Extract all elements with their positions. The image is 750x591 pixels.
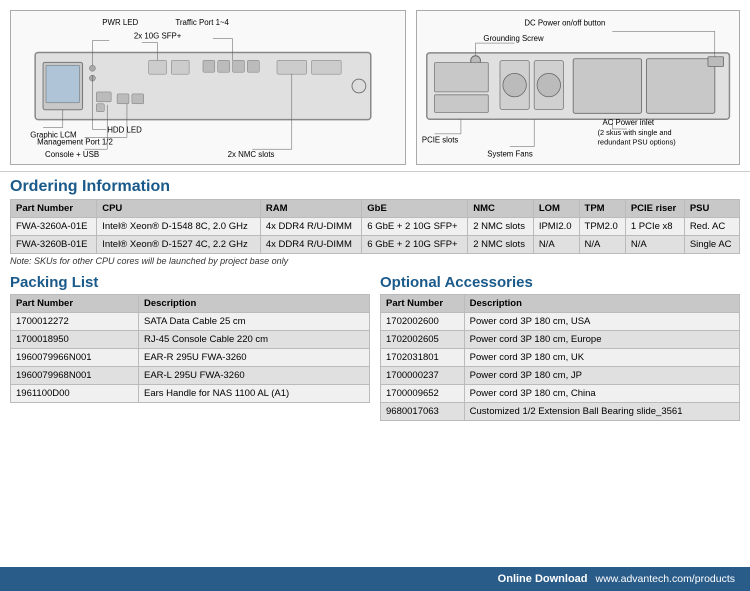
accessories-cell: 1700009652	[381, 385, 465, 403]
ordering-cell: TPM2.0	[579, 218, 625, 236]
packing-list-header: Part Number Description	[11, 295, 370, 313]
accessories-row: 1700000237Power cord 3P 180 cm, JP	[381, 367, 740, 385]
packing-cell: 1960079966N001	[11, 349, 139, 367]
col-lom: LOM	[533, 200, 579, 218]
acc-col-part: Part Number	[381, 295, 465, 313]
ordering-cell: 4x DDR4 R/U-DIMM	[260, 236, 361, 254]
packing-row: 1960079968N001EAR-L 295U FWA-3260	[11, 367, 370, 385]
ordering-cell: Red. AC	[684, 218, 739, 236]
ordering-note: Note: SKUs for other CPU cores will be l…	[0, 254, 750, 270]
packing-cell: 1700012272	[11, 313, 139, 331]
packing-list-table: Part Number Description 1700012272SATA D…	[10, 294, 370, 403]
svg-text:AC Power inlet: AC Power inlet	[602, 118, 654, 127]
ordering-cell: N/A	[625, 236, 684, 254]
packing-row: 1961100D00Ears Handle for NAS 1100 AL (A…	[11, 385, 370, 403]
ordering-cell: IPMI2.0	[533, 218, 579, 236]
accessories-row: 1702002605Power cord 3P 180 cm, Europe	[381, 331, 740, 349]
svg-text:Management Port 1/2: Management Port 1/2	[37, 137, 113, 146]
ordering-cell: N/A	[533, 236, 579, 254]
svg-text:2x NMC slots: 2x NMC slots	[228, 150, 275, 159]
packing-row: 1700012272SATA Data Cable 25 cm	[11, 313, 370, 331]
front-panel-diagram: Graphic LCM PWR LED 2x 10G SFP+ Traffic …	[10, 10, 406, 165]
packing-cell: 1961100D00	[11, 385, 139, 403]
ordering-cell: FWA-3260A-01E	[11, 218, 97, 236]
ordering-cell: Intel® Xeon® D-1527 4C, 2.2 GHz	[97, 236, 261, 254]
ordering-table-header: Part Number CPU RAM GbE NMC LOM TPM PCIE…	[11, 200, 740, 218]
col-ram: RAM	[260, 200, 361, 218]
packing-cell: EAR-R 295U FWA-3260	[138, 349, 369, 367]
svg-text:DC Power on/off button: DC Power on/off button	[524, 19, 605, 28]
col-cpu: CPU	[97, 200, 261, 218]
accessories-row: 9680017063Customized 1/2 Extension Ball …	[381, 403, 740, 421]
ordering-cell: 2 NMC slots	[468, 236, 534, 254]
accessories-header: Part Number Description	[381, 295, 740, 313]
optional-accessories-title: Optional Accessories	[380, 274, 740, 291]
col-psu: PSU	[684, 200, 739, 218]
footer-url: www.advantech.com/products	[596, 573, 735, 585]
accessories-row: 1702031801Power cord 3P 180 cm, UK	[381, 349, 740, 367]
ordering-table: Part Number CPU RAM GbE NMC LOM TPM PCIE…	[10, 199, 740, 254]
packing-cell: Ears Handle for NAS 1100 AL (A1)	[138, 385, 369, 403]
two-col-section: Packing List Part Number Description 170…	[0, 274, 750, 421]
accessories-cell: Customized 1/2 Extension Ball Bearing sl…	[464, 403, 739, 421]
col-pcie-riser: PCIE riser	[625, 200, 684, 218]
ordering-cell: FWA-3260B-01E	[11, 236, 97, 254]
accessories-cell: Power cord 3P 180 cm, China	[464, 385, 739, 403]
packing-row: 1960079966N001EAR-R 295U FWA-3260	[11, 349, 370, 367]
accessories-row: 1702002600Power cord 3P 180 cm, USA	[381, 313, 740, 331]
accessories-cell: Power cord 3P 180 cm, Europe	[464, 331, 739, 349]
packing-cell: RJ-45 Console Cable 220 cm	[138, 331, 369, 349]
accessories-cell: 1702002605	[381, 331, 465, 349]
ordering-row: FWA-3260A-01EIntel® Xeon® D-1548 8C, 2.0…	[11, 218, 740, 236]
accessories-cell: Power cord 3P 180 cm, UK	[464, 349, 739, 367]
svg-text:redundant PSU options): redundant PSU options)	[597, 138, 675, 147]
ordering-cell: 2 NMC slots	[468, 218, 534, 236]
packing-list-title: Packing List	[10, 274, 370, 291]
svg-text:HDD LED: HDD LED	[107, 125, 142, 134]
footer-label: Online Download	[498, 573, 588, 585]
ordering-cell: 6 GbE + 2 10G SFP+	[362, 218, 468, 236]
svg-text:Traffic Port 1~4: Traffic Port 1~4	[175, 18, 229, 27]
accessories-cell: 1700000237	[381, 367, 465, 385]
col-part-number: Part Number	[11, 200, 97, 218]
accessories-cell: 1702002600	[381, 313, 465, 331]
svg-text:PCIE slots: PCIE slots	[422, 136, 458, 145]
ordering-cell: Intel® Xeon® D-1548 8C, 2.0 GHz	[97, 218, 261, 236]
ordering-row: FWA-3260B-01EIntel® Xeon® D-1527 4C, 2.2…	[11, 236, 740, 254]
ordering-cell: 6 GbE + 2 10G SFP+	[362, 236, 468, 254]
ordering-cell: 4x DDR4 R/U-DIMM	[260, 218, 361, 236]
packing-col-part: Part Number	[11, 295, 139, 313]
packing-cell: 1700018950	[11, 331, 139, 349]
packing-cell: SATA Data Cable 25 cm	[138, 313, 369, 331]
col-gbe: GbE	[362, 200, 468, 218]
packing-col-desc: Description	[138, 295, 369, 313]
ordering-cell: N/A	[579, 236, 625, 254]
packing-cell: EAR-L 295U FWA-3260	[138, 367, 369, 385]
col-nmc: NMC	[468, 200, 534, 218]
optional-accessories-table: Part Number Description 1702002600Power …	[380, 294, 740, 421]
acc-col-desc: Description	[464, 295, 739, 313]
svg-text:(2 skus with single and: (2 skus with single and	[597, 128, 671, 137]
ordering-cell: 1 PCIe x8	[625, 218, 684, 236]
svg-text:PWR LED: PWR LED	[102, 18, 138, 27]
accessories-cell: 9680017063	[381, 403, 465, 421]
packing-row: 1700018950RJ-45 Console Cable 220 cm	[11, 331, 370, 349]
accessories-row: 1700009652Power cord 3P 180 cm, China	[381, 385, 740, 403]
footer: Online Download www.advantech.com/produc…	[0, 567, 750, 591]
svg-text:Grounding Screw: Grounding Screw	[483, 34, 544, 43]
rear-panel-diagram: DC Power on/off button Grounding Screw P…	[416, 10, 740, 165]
diagrams-section: Graphic LCM PWR LED 2x 10G SFP+ Traffic …	[0, 0, 750, 172]
svg-text:System Fans: System Fans	[487, 149, 533, 158]
svg-text:Console + USB: Console + USB	[45, 150, 99, 159]
accessories-cell: 1702031801	[381, 349, 465, 367]
packing-cell: 1960079968N001	[11, 367, 139, 385]
svg-text:2x 10G SFP+: 2x 10G SFP+	[134, 32, 182, 41]
packing-list-section: Packing List Part Number Description 170…	[10, 274, 370, 421]
ordering-cell: Single AC	[684, 236, 739, 254]
accessories-cell: Power cord 3P 180 cm, JP	[464, 367, 739, 385]
optional-accessories-section: Optional Accessories Part Number Descrip…	[380, 274, 740, 421]
accessories-cell: Power cord 3P 180 cm, USA	[464, 313, 739, 331]
col-tpm: TPM	[579, 200, 625, 218]
ordering-title: Ordering Information	[0, 172, 750, 199]
